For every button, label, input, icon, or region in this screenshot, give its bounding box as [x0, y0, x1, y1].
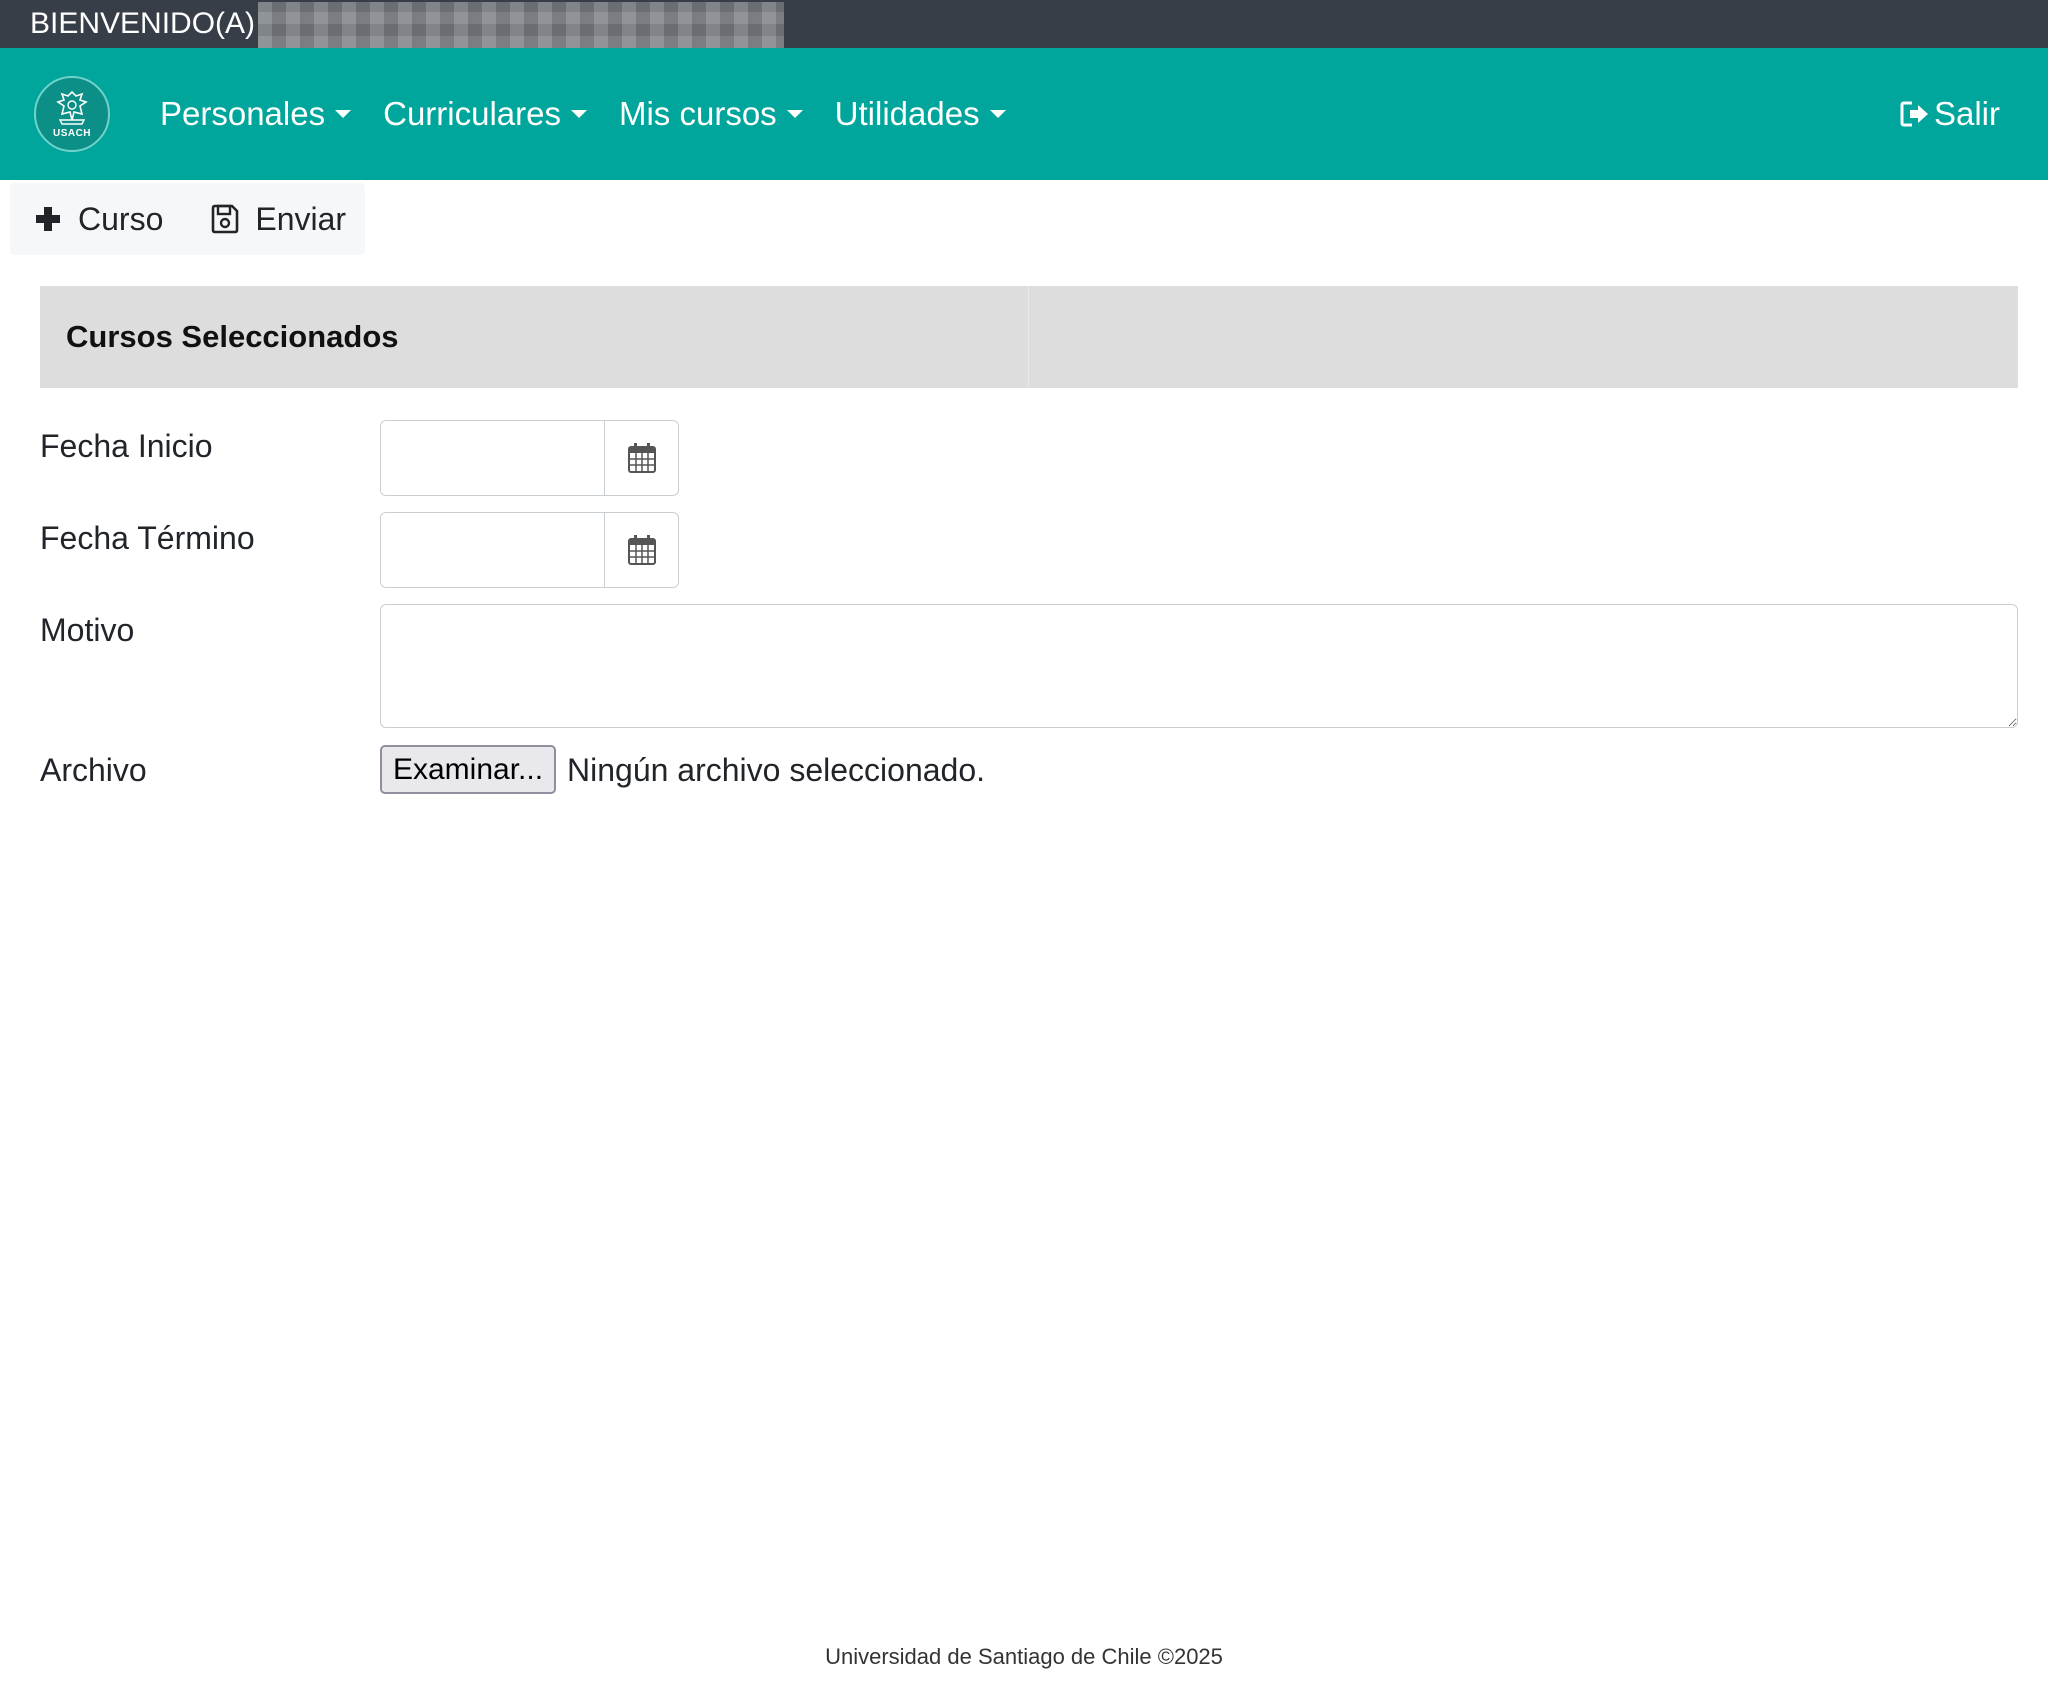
nav-item-label: Personales	[160, 95, 326, 132]
caret-down-icon	[989, 110, 1006, 118]
nav-item-label: Curriculares	[383, 95, 561, 132]
motivo-label: Motivo	[40, 612, 135, 648]
add-course-label: Curso	[78, 200, 164, 237]
fecha-inicio-calendar-button[interactable]	[605, 421, 678, 495]
fecha-inicio-input[interactable]	[381, 421, 605, 495]
section-header-cell: Cursos Seleccionados	[40, 286, 1029, 388]
fecha-termino-input[interactable]	[381, 513, 605, 587]
sign-out-icon	[1900, 101, 1928, 127]
fecha-inicio-label: Fecha Inicio	[40, 428, 213, 464]
nav-item-utilidades[interactable]: Utilidades	[835, 92, 1006, 136]
usach-logo[interactable]: USACH	[34, 76, 110, 152]
section-title: Cursos Seleccionados	[66, 319, 399, 354]
logout-button[interactable]: Salir	[1900, 92, 2000, 136]
send-button[interactable]: Enviar	[187, 183, 370, 255]
logo-text: USACH	[52, 127, 92, 139]
add-course-button[interactable]: Curso	[10, 183, 187, 255]
welcome-text: BIENVENIDO(A)	[30, 7, 256, 40]
usach-crest-icon	[56, 90, 88, 125]
logout-label: Salir	[1933, 95, 2000, 132]
save-icon	[212, 204, 239, 234]
fecha-termino-label: Fecha Término	[40, 520, 255, 556]
caret-down-icon	[335, 110, 352, 118]
welcome-bar: BIENVENIDO(A)	[0, 0, 2048, 48]
send-label: Enviar	[255, 200, 347, 237]
motivo-textarea[interactable]	[380, 604, 2018, 728]
nav-item-label: Utilidades	[834, 95, 980, 132]
nav-item-mis-cursos[interactable]: Mis cursos	[619, 92, 803, 136]
nav-menu: Personales Curriculares Mis cursos Utili…	[160, 92, 1038, 136]
fecha-termino-group	[380, 512, 679, 588]
main-navbar: USACH Personales Curriculares Mis cursos…	[0, 48, 2048, 180]
plus-icon	[36, 207, 60, 231]
archivo-label: Archivo	[40, 752, 147, 788]
nav-item-curriculares[interactable]: Curriculares	[383, 92, 587, 136]
footer-copyright: Universidad de Santiago de Chile ©2025	[825, 1644, 1223, 1669]
action-toolbar: Curso Enviar	[10, 183, 365, 255]
file-browse-button[interactable]: Examinar...	[380, 745, 556, 794]
calendar-icon	[627, 535, 656, 565]
caret-down-icon	[786, 110, 803, 118]
nav-item-label: Mis cursos	[618, 95, 777, 132]
caret-down-icon	[570, 110, 587, 118]
fecha-termino-calendar-button[interactable]	[605, 513, 678, 587]
selected-courses-header: Cursos Seleccionados	[40, 286, 2018, 388]
calendar-icon	[627, 443, 656, 473]
fecha-inicio-group	[380, 420, 679, 496]
nav-item-personales[interactable]: Personales	[160, 92, 352, 136]
file-status-text: Ningún archivo seleccionado.	[567, 752, 986, 788]
user-name-redacted	[258, 2, 784, 48]
